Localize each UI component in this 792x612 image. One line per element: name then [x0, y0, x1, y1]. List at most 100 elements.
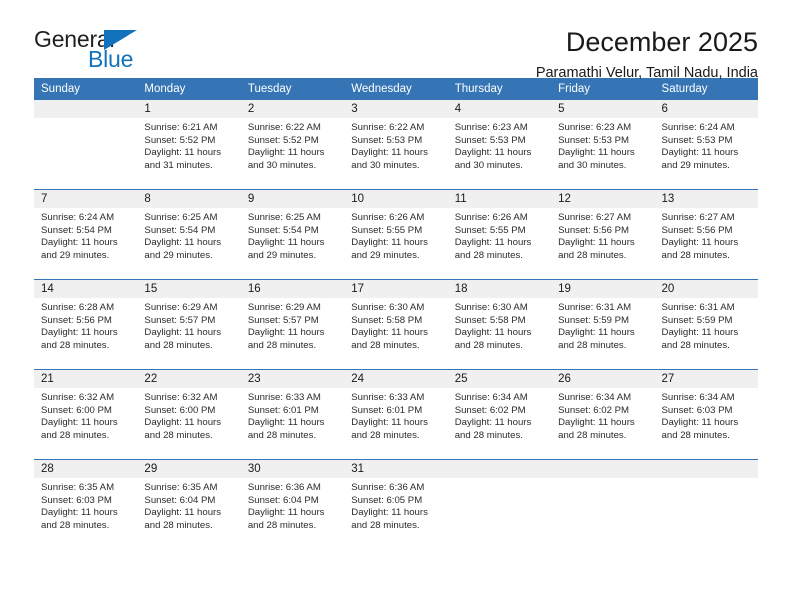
day-number: 21: [34, 370, 138, 388]
daylight-text: Daylight: 11 hours and 28 minutes.: [144, 417, 222, 441]
daylight-text: Daylight: 11 hours and 29 minutes.: [247, 237, 325, 261]
daylight-text: Daylight: 11 hours and 29 minutes.: [144, 237, 222, 261]
sunset-text: Sunset: 5:57 PM: [247, 314, 319, 326]
calendar-day-cell[interactable]: 13 Sunrise: 6:27 AM Sunset: 5:56 PM Dayligh…: [654, 189, 758, 280]
page-subtitle: Paramathi Velur, Tamil Nadu, India: [535, 65, 758, 82]
calendar-day-cell[interactable]: 6 Sunrise: 6:24 AM Sunset: 5:53 PM Daylight…: [654, 100, 758, 190]
calendar-day-cell[interactable]: 3 Sunrise: 6:22 AM Sunset: 5:53 PM Daylight…: [344, 100, 448, 190]
daylight-text: Daylight: 11 hours and 28 minutes.: [454, 237, 532, 261]
sunrise-text: Sunrise: 6:22 AM: [351, 122, 425, 133]
daylight-text: Daylight: 11 hours and 30 minutes.: [454, 147, 532, 171]
sunset-text: Sunset: 5:58 PM: [351, 314, 423, 326]
calendar-day-cell[interactable]: 20 Sunrise: 6:31 AM Sunset: 5:59 PM Dayligh…: [654, 279, 758, 370]
calendar-day-cell[interactable]: 2 Sunrise: 6:22 AM Sunset: 5:52 PM Daylight…: [240, 100, 345, 190]
day-number: 26: [551, 370, 655, 388]
sunrise-text: Sunrise: 6:27 AM: [558, 212, 632, 223]
sunset-text: Sunset: 6:01 PM: [247, 404, 319, 416]
day-details: Sunrise: 6:22 AM Sunset: 5:52 PM Daylight:…: [241, 118, 344, 172]
day-details: Sunrise: 6:34 AM Sunset: 6:02 PM Daylight:…: [448, 388, 551, 442]
calendar-day-cell[interactable]: 18 Sunrise: 6:30 AM Sunset: 5:58 PM Dayligh…: [447, 279, 552, 370]
daylight-text: Daylight: 11 hours and 29 minutes.: [351, 237, 428, 261]
daylight-text: Daylight: 11 hours and 28 minutes.: [454, 417, 532, 441]
daylight-text: Daylight: 11 hours and 28 minutes.: [144, 327, 222, 351]
sunrise-text: Sunrise: 6:23 AM: [454, 122, 528, 133]
calendar-day-cell[interactable]: 4 Sunrise: 6:23 AM Sunset: 5:53 PM Daylight…: [447, 100, 552, 190]
day-details: Sunrise: 6:30 AM Sunset: 5:58 PM Daylight:…: [344, 298, 447, 352]
daylight-text: Daylight: 11 hours and 28 minutes.: [41, 507, 118, 531]
day-details: Sunrise: 6:32 AM Sunset: 6:00 PM Daylight:…: [137, 388, 240, 442]
sunrise-text: Sunrise: 6:30 AM: [351, 302, 425, 313]
daylight-text: Daylight: 11 hours and 28 minutes.: [41, 327, 118, 351]
day-number: 19: [551, 280, 655, 298]
title-block: December 2025 Paramathi Velur, Tamil Nad…: [535, 28, 758, 82]
day-details: Sunrise: 6:36 AM Sunset: 6:05 PM Daylight:…: [344, 478, 447, 532]
calendar-day-cell[interactable]: 11 Sunrise: 6:26 AM Sunset: 5:55 PM Dayligh…: [447, 189, 552, 280]
day-number: 8: [137, 190, 241, 208]
daylight-text: Daylight: 11 hours and 28 minutes.: [661, 417, 739, 441]
day-number: 6: [654, 100, 758, 118]
sunset-text: Sunset: 5:53 PM: [351, 134, 423, 146]
calendar-day-cell[interactable]: 1 Sunrise: 6:21 AM Sunset: 5:52 PM Daylight…: [137, 100, 241, 190]
daylight-text: Daylight: 11 hours and 30 minutes.: [351, 147, 428, 171]
day-details: Sunrise: 6:30 AM Sunset: 5:58 PM Daylight:…: [448, 298, 551, 352]
day-number: 22: [137, 370, 241, 388]
day-number: 17: [344, 280, 448, 298]
calendar-day-cell[interactable]: 14 Sunrise: 6:28 AM Sunset: 5:56 PM Dayligh…: [34, 279, 138, 370]
sunset-text: Sunset: 5:54 PM: [41, 224, 112, 236]
sunset-text: Sunset: 6:04 PM: [144, 494, 216, 506]
daylight-text: Daylight: 11 hours and 29 minutes.: [661, 147, 739, 171]
calendar-day-cell[interactable]: 27 Sunrise: 6:34 AM Sunset: 6:03 PM Dayligh…: [654, 369, 758, 460]
calendar-day-cell[interactable]: 12 Sunrise: 6:27 AM Sunset: 5:56 PM Dayligh…: [551, 189, 655, 280]
sunset-text: Sunset: 6:00 PM: [144, 404, 216, 416]
calendar-day-cell[interactable]: 8 Sunrise: 6:25 AM Sunset: 5:54 PM Daylight…: [137, 189, 241, 280]
calendar-day-cell[interactable]: 9 Sunrise: 6:25 AM Sunset: 5:54 PM Daylight…: [240, 189, 345, 280]
calendar-day-cell[interactable]: 19 Sunrise: 6:31 AM Sunset: 5:59 PM Dayligh…: [551, 279, 655, 370]
day-number: 13: [654, 190, 758, 208]
day-details: Sunrise: 6:27 AM Sunset: 5:56 PM Daylight:…: [551, 208, 654, 262]
day-number: 15: [137, 280, 241, 298]
day-number: 12: [551, 190, 655, 208]
calendar-day-cell[interactable]: 7 Sunrise: 6:24 AM Sunset: 5:54 PM Daylight…: [34, 189, 138, 280]
calendar-day-cell[interactable]: 29 Sunrise: 6:35 AM Sunset: 6:04 PM Dayligh…: [137, 459, 241, 549]
daylight-text: Daylight: 11 hours and 28 minutes.: [661, 327, 739, 351]
sunset-text: Sunset: 5:56 PM: [558, 224, 630, 236]
sunset-text: Sunset: 5:57 PM: [144, 314, 216, 326]
calendar-day-cell[interactable]: 5 Sunrise: 6:23 AM Sunset: 5:53 PM Daylight…: [551, 100, 655, 190]
day-number: 4: [447, 100, 552, 118]
calendar-day-cell[interactable]: 23 Sunrise: 6:33 AM Sunset: 6:01 PM Dayligh…: [240, 369, 345, 460]
day-details: Sunrise: 6:25 AM Sunset: 5:54 PM Daylight:…: [137, 208, 240, 262]
day-number: 5: [551, 100, 655, 118]
sunset-text: Sunset: 5:59 PM: [558, 314, 630, 326]
sunrise-text: Sunrise: 6:21 AM: [144, 122, 218, 133]
sunset-text: Sunset: 6:05 PM: [351, 494, 423, 506]
calendar-day-cell[interactable]: 10 Sunrise: 6:26 AM Sunset: 5:55 PM Dayligh…: [344, 189, 448, 280]
sunrise-text: Sunrise: 6:36 AM: [247, 482, 321, 493]
calendar-day-cell[interactable]: 28 Sunrise: 6:35 AM Sunset: 6:03 PM Dayligh…: [34, 459, 138, 549]
day-number: 7: [34, 190, 138, 208]
calendar-day-cell[interactable]: 16 Sunrise: 6:29 AM Sunset: 5:57 PM Dayligh…: [240, 279, 345, 370]
calendar-day-cell[interactable]: 22 Sunrise: 6:32 AM Sunset: 6:00 PM Dayligh…: [137, 369, 241, 460]
sunset-text: Sunset: 6:04 PM: [247, 494, 319, 506]
calendar-day-cell[interactable]: 17 Sunrise: 6:30 AM Sunset: 5:58 PM Dayligh…: [344, 279, 448, 370]
sunrise-text: Sunrise: 6:35 AM: [144, 482, 218, 493]
day-details: Sunrise: 6:29 AM Sunset: 5:57 PM Daylight:…: [241, 298, 344, 352]
day-number: 2: [240, 100, 345, 118]
sunset-text: Sunset: 5:53 PM: [454, 134, 526, 146]
calendar-day-cell[interactable]: 24 Sunrise: 6:33 AM Sunset: 6:01 PM Dayligh…: [344, 369, 448, 460]
calendar-day-cell[interactable]: 21 Sunrise: 6:32 AM Sunset: 6:00 PM Dayligh…: [34, 369, 138, 460]
calendar-day-cell[interactable]: 15 Sunrise: 6:29 AM Sunset: 5:57 PM Dayligh…: [137, 279, 241, 370]
weekday-header-monday: Monday: [137, 78, 241, 100]
sunrise-text: Sunrise: 6:24 AM: [41, 212, 115, 223]
day-details: Sunrise: 6:33 AM Sunset: 6:01 PM Daylight:…: [344, 388, 447, 442]
calendar-day-cell[interactable]: 25 Sunrise: 6:34 AM Sunset: 6:02 PM Dayligh…: [447, 369, 552, 460]
sunrise-text: Sunrise: 6:32 AM: [144, 392, 218, 403]
weekday-header-wednesday: Wednesday: [344, 78, 448, 100]
calendar-day-cell[interactable]: 26 Sunrise: 6:34 AM Sunset: 6:02 PM Dayligh…: [551, 369, 655, 460]
day-details: Sunrise: 6:26 AM Sunset: 5:55 PM Daylight:…: [344, 208, 447, 262]
weekday-header-sunday: Sunday: [34, 78, 138, 100]
day-details: Sunrise: 6:31 AM Sunset: 5:59 PM Daylight:…: [551, 298, 654, 352]
calendar-day-cell[interactable]: 31 Sunrise: 6:36 AM Sunset: 6:05 PM Dayligh…: [344, 459, 448, 549]
day-number: [551, 460, 655, 478]
calendar-day-cell[interactable]: 30 Sunrise: 6:36 AM Sunset: 6:04 PM Dayligh…: [240, 459, 345, 549]
sunrise-text: Sunrise: 6:34 AM: [661, 392, 735, 403]
